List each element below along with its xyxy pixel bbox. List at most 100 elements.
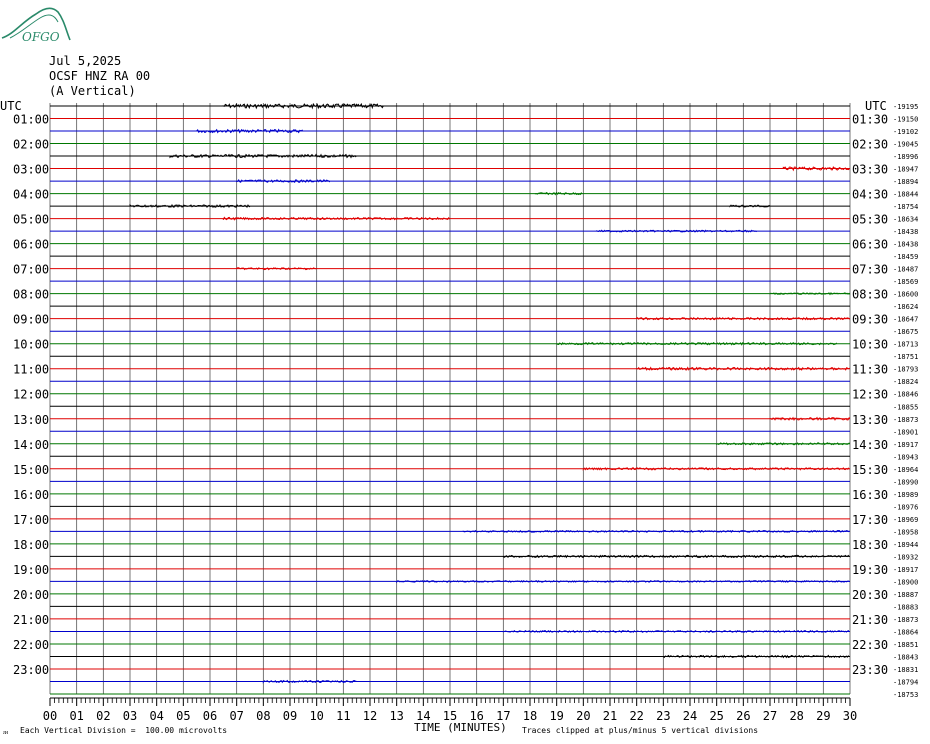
trace-offset-value: -18600: [893, 291, 918, 299]
trace-offset-value: -18932: [893, 553, 918, 561]
hour-label-right: 23:30: [852, 663, 888, 677]
x-tick-label: 04: [149, 709, 163, 723]
hour-label-right: 16:30: [852, 488, 888, 502]
trace-offset-value: -18964: [893, 466, 918, 474]
trace-offset-value: -18634: [893, 216, 918, 224]
helicorder-plot: UTC UTC01:0002:0003:0004:0005:0006:0007:0…: [0, 99, 918, 723]
x-tick-label: 27: [763, 709, 777, 723]
left-axis-label: UTC: [0, 99, 22, 113]
hour-label-right: 03:30: [852, 163, 888, 177]
trace-offset-value: -18989: [893, 491, 918, 499]
x-tick-label: 07: [229, 709, 243, 723]
seismic-signal: [462, 529, 850, 534]
hour-label-right: 11:30: [852, 363, 888, 377]
trace-offset-value: -18900: [893, 578, 918, 586]
hour-label-right: 05:30: [852, 213, 888, 227]
x-tick-label: 03: [123, 709, 137, 723]
trace-offset-value: -18487: [893, 266, 918, 274]
trace-offset-value: -18917: [893, 441, 918, 449]
hour-label-right: 20:30: [852, 588, 888, 602]
trace-offset-value: -18864: [893, 628, 918, 636]
seismic-signal: [716, 442, 850, 446]
x-tick-label: 26: [736, 709, 750, 723]
x-tick-label: 18: [523, 709, 537, 723]
hour-label-left: 11:00: [13, 363, 49, 377]
hour-label-right: 21:30: [852, 613, 888, 627]
hour-label-right: 01:30: [852, 113, 888, 127]
hour-label-left: 07:00: [13, 263, 49, 277]
seismic-signal: [556, 341, 838, 346]
hour-label-left: 12:00: [13, 388, 49, 402]
x-tick-label: 13: [389, 709, 403, 723]
hour-label-right: 15:30: [852, 463, 888, 477]
hour-label-left: 10:00: [13, 338, 49, 352]
seismic-signal: [502, 629, 850, 634]
trace-offset-value: -18944: [893, 541, 918, 549]
trace-offset-value: -18751: [893, 353, 918, 361]
right-axis-label: UTC: [865, 99, 887, 113]
hour-label-left: 04:00: [13, 188, 49, 202]
x-tick-label: 28: [789, 709, 803, 723]
clip-note: Traces clipped at plus/minus 5 vertical …: [522, 726, 759, 735]
x-tick-label: 11: [336, 709, 350, 723]
hour-label-left: 17:00: [13, 513, 49, 527]
hour-label-right: 10:30: [852, 338, 888, 352]
hour-label-left: 01:00: [13, 113, 49, 127]
trace-offset-value: -18624: [893, 303, 918, 311]
trace-offset-value: -18846: [893, 391, 918, 399]
hour-label-right: 22:30: [852, 638, 888, 652]
x-tick-label: 25: [709, 709, 723, 723]
hour-label-left: 20:00: [13, 588, 49, 602]
hour-label-left: 16:00: [13, 488, 49, 502]
x-tick-label: 19: [549, 709, 563, 723]
hour-label-right: 08:30: [852, 288, 888, 302]
trace-offset-value: -18947: [893, 166, 918, 174]
x-tick-label: 10: [309, 709, 323, 723]
trace-offset-value: -18883: [893, 603, 918, 611]
trace-offset-value: -18831: [893, 666, 918, 674]
trace-offset-value: -18647: [893, 316, 918, 324]
trace-offset-value: -18794: [893, 678, 918, 686]
hour-label-right: 09:30: [852, 313, 888, 327]
trace-offset-value: -18894: [893, 178, 918, 186]
x-tick-label: 23: [656, 709, 670, 723]
trace-offset-value: -18873: [893, 616, 918, 624]
x-tick-label: 22: [629, 709, 643, 723]
trace-offset-value: -18824: [893, 378, 918, 386]
trace-offset-value: -18459: [893, 253, 918, 261]
trace-offset-value: -18753: [893, 691, 918, 699]
trace-offset-value: -18855: [893, 403, 918, 411]
hour-label-left: 08:00: [13, 288, 49, 302]
trace-offset-value: -18793: [893, 366, 918, 374]
trace-offset-value: -19150: [893, 116, 918, 124]
hour-label-right: 06:30: [852, 238, 888, 252]
hour-label-left: 23:00: [13, 663, 49, 677]
hour-label-left: 19:00: [13, 563, 49, 577]
trace-offset-value: -18675: [893, 328, 918, 336]
hour-label-left: 02:00: [13, 138, 49, 152]
hour-label-left: 13:00: [13, 413, 49, 427]
hour-label-right: 18:30: [852, 538, 888, 552]
seismic-signal: [662, 654, 850, 659]
trace-offset-value: -18917: [893, 566, 918, 574]
trace-offset-value: -19045: [893, 141, 918, 149]
hour-label-right: 07:30: [852, 263, 888, 277]
seismic-signal: [769, 292, 851, 296]
x-tick-label: 24: [683, 709, 697, 723]
seismic-signal: [222, 102, 384, 110]
hour-label-left: 05:00: [13, 213, 49, 227]
x-tick-label: 20: [576, 709, 590, 723]
hour-label-left: 09:00: [13, 313, 49, 327]
hour-label-left: 03:00: [13, 163, 49, 177]
trace-offset-value: -18844: [893, 191, 918, 199]
trace-offset-value: -18901: [893, 428, 918, 436]
trace-offset-value: -18438: [893, 228, 918, 236]
trace-offset-value: -18873: [893, 416, 918, 424]
x-tick-label: 29: [816, 709, 830, 723]
division-note: Each Vertical Division = 100.00 microvol…: [20, 726, 228, 735]
x-axis-title: TIME (MINUTES): [414, 721, 507, 734]
x-tick-label: 12: [363, 709, 377, 723]
trace-offset-value: -18958: [893, 528, 918, 536]
trace-offset-value: -18569: [893, 278, 918, 286]
trace-offset-value: -18887: [893, 591, 918, 599]
